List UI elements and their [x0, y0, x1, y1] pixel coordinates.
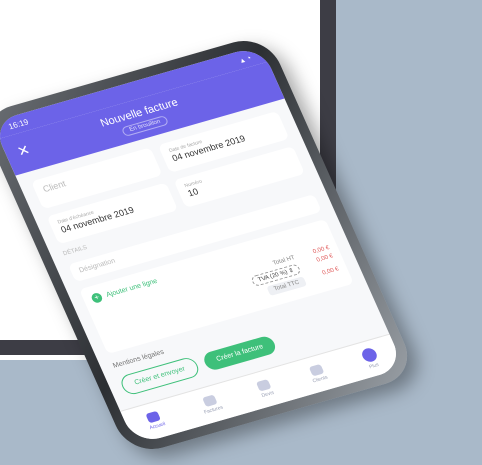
more-icon — [359, 346, 379, 364]
close-icon[interactable]: ✕ — [15, 141, 33, 160]
tab-invoices[interactable]: Factures — [198, 394, 224, 416]
tab-label: Devis — [260, 390, 276, 400]
designation-placeholder: Désignation — [78, 257, 117, 275]
home-icon — [145, 410, 162, 424]
tab-quotes[interactable]: Devis — [256, 379, 275, 399]
tab-label: Plus — [368, 362, 381, 371]
tab-label: Clients — [311, 374, 329, 385]
tab-more[interactable]: Plus — [359, 346, 382, 371]
plus-icon: + — [90, 291, 104, 304]
tab-clients[interactable]: Clients — [307, 364, 329, 385]
details-label: DÉTAILS — [62, 244, 89, 258]
invoice-icon — [201, 394, 218, 408]
tab-home[interactable]: Accueil — [144, 410, 167, 431]
status-time: 16:19 — [6, 116, 30, 131]
quote-icon — [256, 379, 272, 392]
clients-icon — [308, 364, 324, 377]
signal-icon: ▴ ◔ — [238, 52, 253, 65]
